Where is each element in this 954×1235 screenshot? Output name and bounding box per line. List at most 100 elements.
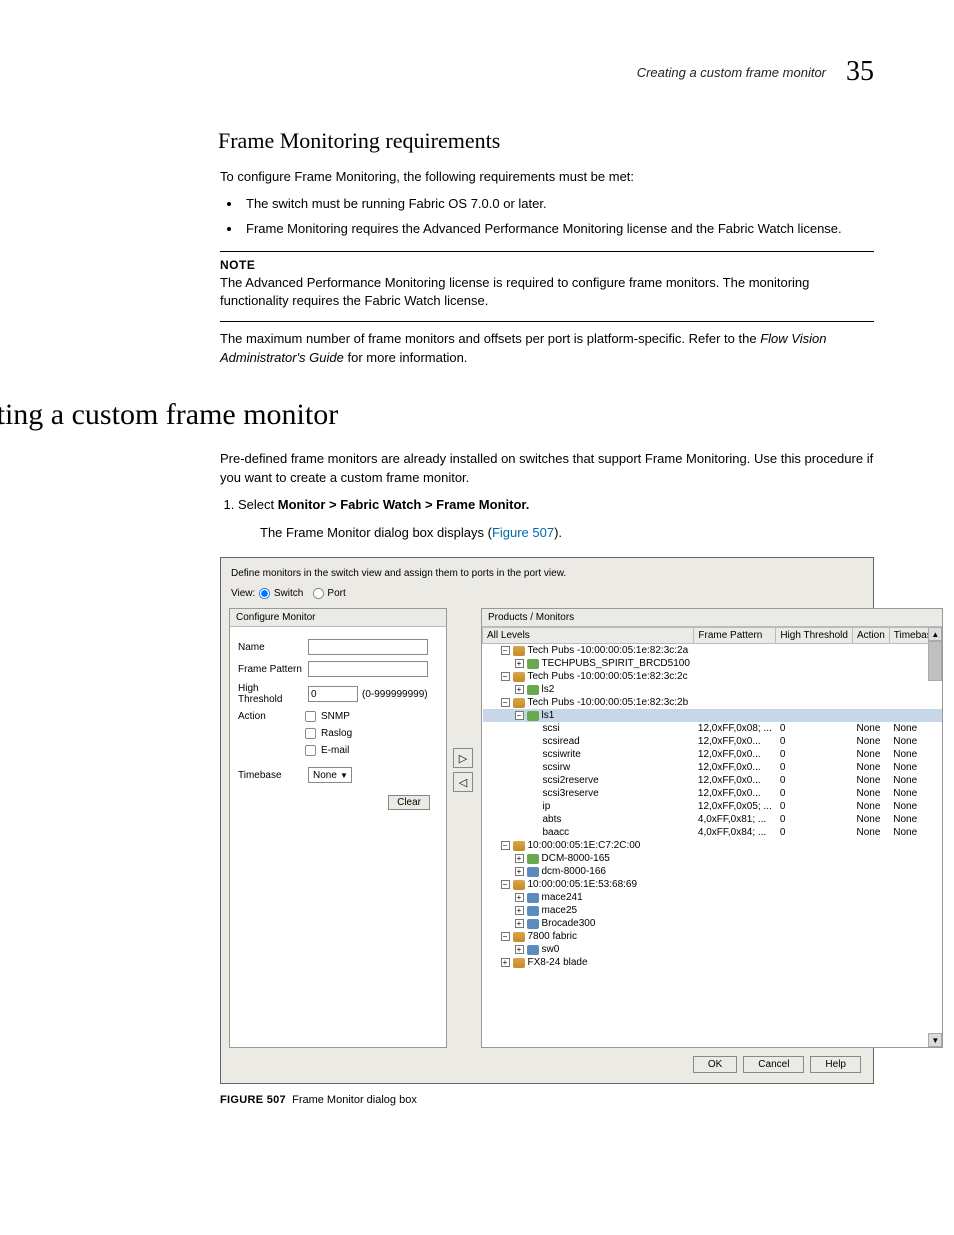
- expand-icon[interactable]: −: [501, 646, 510, 655]
- cancel-button[interactable]: Cancel: [743, 1056, 804, 1073]
- expand-icon[interactable]: −: [515, 711, 524, 720]
- section-heading-requirements: Frame Monitoring requirements: [218, 128, 874, 154]
- table-row[interactable]: +FX8-24 blade: [483, 956, 942, 969]
- table-row[interactable]: −10:00:00:05:1E:53:68:69: [483, 878, 942, 891]
- expand-icon[interactable]: −: [501, 880, 510, 889]
- frame-pattern-input[interactable]: [308, 661, 428, 677]
- radio-switch[interactable]: Switch: [258, 588, 303, 599]
- row-label: mace241: [542, 892, 583, 903]
- expand-icon[interactable]: −: [501, 672, 510, 681]
- name-input[interactable]: [308, 639, 428, 655]
- expand-icon[interactable]: +: [515, 919, 524, 928]
- expand-icon[interactable]: +: [515, 867, 524, 876]
- note-body: The Advanced Performance Monitoring lice…: [220, 274, 874, 312]
- checkbox-raslog[interactable]: Raslog: [304, 727, 438, 740]
- table-row[interactable]: + DCM-8000-165: [483, 852, 942, 865]
- col-action[interactable]: Action: [852, 628, 889, 644]
- scroll-thumb[interactable]: [928, 641, 942, 681]
- table-row[interactable]: ip12,0xFF,0x05; ...0NoneNone: [483, 800, 942, 813]
- expand-icon[interactable]: −: [501, 932, 510, 941]
- req-intro: To configure Frame Monitoring, the follo…: [220, 168, 874, 187]
- table-row[interactable]: scsi2reserve12,0xFF,0x0...0NoneNone: [483, 774, 942, 787]
- table-row[interactable]: −10:00:00:05:1E:C7:2C:00: [483, 839, 942, 852]
- expand-icon[interactable]: +: [501, 958, 510, 967]
- note-label: NOTE: [220, 258, 874, 272]
- table-row[interactable]: scsi12,0xFF,0x08; ...0NoneNone: [483, 722, 942, 735]
- row-label: abts: [543, 814, 562, 825]
- table-row[interactable]: abts4,0xFF,0x81; ...0NoneNone: [483, 813, 942, 826]
- figure-caption: FIGURE 507 Frame Monitor dialog box: [220, 1094, 874, 1106]
- scroll-up-button[interactable]: ▲: [928, 627, 942, 641]
- expand-icon[interactable]: +: [515, 854, 524, 863]
- clear-button[interactable]: Clear: [388, 795, 430, 810]
- fab-icon: [513, 932, 525, 942]
- table-row[interactable]: +TECHPUBS_SPIRIT_BRCD5100: [483, 657, 942, 670]
- note-rule-bottom: [220, 321, 874, 322]
- sw-icon: [527, 945, 539, 955]
- help-button[interactable]: Help: [810, 1056, 861, 1073]
- col-frame-pattern[interactable]: Frame Pattern: [694, 628, 776, 644]
- expand-icon[interactable]: +: [515, 906, 524, 915]
- col-high-threshold[interactable]: High Threshold: [776, 628, 853, 644]
- expand-icon[interactable]: −: [501, 698, 510, 707]
- table-row[interactable]: scsirw12,0xFF,0x0...0NoneNone: [483, 761, 942, 774]
- table-row[interactable]: baacc4,0xFF,0x84; ...0NoneNone: [483, 826, 942, 839]
- row-label: Tech Pubs -10:00:00:05:1e:82:3c:2a: [528, 645, 689, 656]
- checkbox-email[interactable]: E-mail: [304, 744, 438, 757]
- table-row[interactable]: scsi3reserve12,0xFF,0x0...0NoneNone: [483, 787, 942, 800]
- figure-link[interactable]: Figure 507: [492, 525, 554, 540]
- section-heading-create: Creating a custom frame monitor: [0, 398, 874, 432]
- table-row[interactable]: +sw0: [483, 943, 942, 956]
- table-row[interactable]: + mace25: [483, 904, 942, 917]
- grp-icon: [527, 659, 539, 669]
- table-row[interactable]: scsiread12,0xFF,0x0...0NoneNone: [483, 735, 942, 748]
- table-row[interactable]: −Tech Pubs -10:00:00:05:1e:82:3c:2c: [483, 670, 942, 683]
- fab-icon: [513, 672, 525, 682]
- table-row[interactable]: − ls1: [483, 709, 942, 722]
- move-left-button[interactable]: ◁: [453, 772, 473, 792]
- fab-icon: [513, 646, 525, 656]
- expand-icon[interactable]: +: [515, 659, 524, 668]
- row-label: scsi2reserve: [543, 775, 599, 786]
- table-row[interactable]: + dcm-8000-166: [483, 865, 942, 878]
- expand-icon[interactable]: +: [515, 685, 524, 694]
- row-label: ls1: [542, 710, 555, 721]
- table-row[interactable]: +Brocade300: [483, 917, 942, 930]
- high-threshold-label: High Threshold: [238, 683, 304, 705]
- fab-icon: [513, 841, 525, 851]
- move-right-button[interactable]: ▷: [453, 748, 473, 768]
- configure-monitor-title: Configure Monitor: [230, 609, 446, 627]
- fab-icon: [513, 880, 525, 890]
- dialog-instruction: Define monitors in the switch view and a…: [231, 568, 863, 579]
- ok-button[interactable]: OK: [693, 1056, 737, 1073]
- table-row[interactable]: scsiwrite12,0xFF,0x0...0NoneNone: [483, 748, 942, 761]
- expand-icon[interactable]: +: [515, 945, 524, 954]
- row-label: DCM-8000-165: [542, 853, 610, 864]
- table-row[interactable]: −7800 fabric: [483, 930, 942, 943]
- step-1: Select Monitor > Fabric Watch > Frame Mo…: [238, 496, 874, 544]
- row-label: mace25: [542, 905, 578, 916]
- checkbox-snmp[interactable]: SNMP: [304, 710, 438, 723]
- row-label: ip: [543, 801, 551, 812]
- sw-icon: [527, 867, 539, 877]
- create-intro: Pre-defined frame monitors are already i…: [220, 450, 874, 488]
- products-monitors-title: Products / Monitors: [482, 609, 942, 627]
- row-label: dcm-8000-166: [542, 866, 606, 877]
- row-label: scsi3reserve: [543, 788, 599, 799]
- scroll-down-button[interactable]: ▼: [928, 1033, 942, 1047]
- row-label: baacc: [543, 827, 570, 838]
- max-monitors-text: The maximum number of frame monitors and…: [220, 330, 874, 368]
- expand-icon[interactable]: +: [515, 893, 524, 902]
- table-row[interactable]: − Tech Pubs -10:00:00:05:1e:82:3c:2a: [483, 644, 942, 658]
- radio-port[interactable]: Port: [312, 588, 346, 599]
- table-row[interactable]: −Tech Pubs -10:00:00:05:1e:82:3c:2b: [483, 696, 942, 709]
- chapter-number: 35: [846, 56, 874, 88]
- products-monitors-table[interactable]: All Levels Frame Pattern High Threshold …: [482, 627, 942, 969]
- table-row[interactable]: +ls2: [483, 683, 942, 696]
- running-title: Creating a custom frame monitor: [637, 65, 826, 80]
- timebase-select[interactable]: None: [308, 767, 352, 783]
- high-threshold-input[interactable]: [308, 686, 358, 702]
- expand-icon[interactable]: −: [501, 841, 510, 850]
- col-all-levels[interactable]: All Levels: [483, 628, 694, 644]
- table-row[interactable]: + mace241: [483, 891, 942, 904]
